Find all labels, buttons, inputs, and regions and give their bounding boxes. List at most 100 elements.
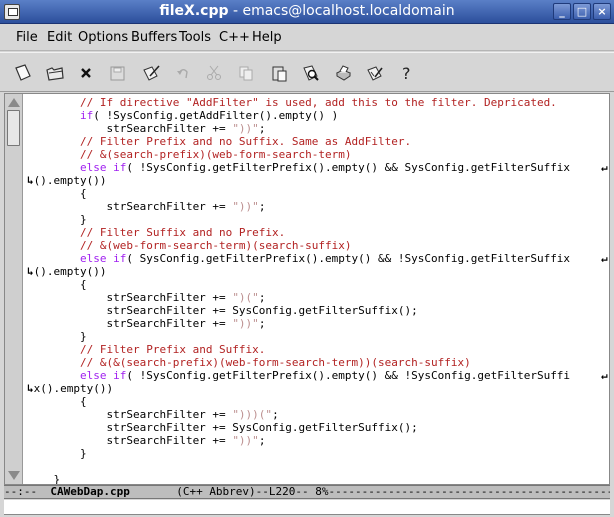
paste-icon[interactable] bbox=[266, 61, 292, 85]
undo-icon[interactable] bbox=[170, 61, 196, 85]
mode-line[interactable]: --:-- CAWebDap.cpp (C++ Abbrev)--L220-- … bbox=[4, 485, 610, 499]
editor-window[interactable]: // If directive "AddFilter" is used, add… bbox=[4, 93, 610, 485]
scrollbar-thumb[interactable] bbox=[7, 110, 20, 146]
cut-icon[interactable] bbox=[201, 61, 227, 85]
title-host: - emacs@localhost.localdomain bbox=[228, 3, 455, 19]
print-icon[interactable] bbox=[330, 61, 356, 85]
code-token: ().empty()) bbox=[33, 174, 107, 187]
code-token: ; bbox=[258, 291, 266, 304]
code-line: ↳().empty()) bbox=[27, 265, 609, 278]
code-line: // If directive "AddFilter" is used, add… bbox=[27, 96, 609, 109]
code-line: { bbox=[27, 187, 609, 200]
menu-cpp[interactable]: C++ bbox=[219, 30, 250, 45]
line-wrap-icon: ↵ bbox=[601, 252, 608, 265]
code-token: ().empty()) bbox=[33, 265, 107, 278]
menu-help[interactable]: Help bbox=[252, 30, 282, 45]
code-token: ; bbox=[258, 122, 266, 135]
code-token: else if bbox=[79, 369, 127, 382]
code-line: } bbox=[27, 447, 609, 460]
code-line: } bbox=[27, 213, 609, 226]
code-token: "))" bbox=[232, 200, 259, 213]
code-line: strSearchFilter += "))"; bbox=[27, 122, 609, 135]
code-token: // Filter Prefix and Suffix. bbox=[79, 343, 266, 356]
scroll-down-arrow-icon[interactable] bbox=[8, 471, 20, 480]
code-token: // &(search-prefix)(web-form-search-term… bbox=[79, 148, 352, 161]
code-line: // &(web-form-search-term)(search-suffix… bbox=[27, 239, 609, 252]
new-file-icon[interactable] bbox=[10, 61, 36, 85]
menu-edit[interactable]: Edit bbox=[47, 30, 72, 45]
code-token: strSearchFilter += bbox=[27, 200, 233, 213]
menu-options[interactable]: Options bbox=[78, 30, 128, 45]
code-token: // &(web-form-search-term)(search-suffix… bbox=[79, 239, 352, 252]
window-title: fileX.cpp - emacs@localhost.localdomain bbox=[0, 3, 614, 19]
search-icon[interactable] bbox=[298, 61, 324, 85]
save-disk-icon[interactable] bbox=[104, 61, 130, 85]
code-token: "))" bbox=[232, 317, 259, 330]
code-line: strSearchFilter += ")))("; bbox=[27, 408, 609, 421]
copy-icon[interactable] bbox=[233, 61, 259, 85]
code-line: // &(search-prefix)(web-form-search-term… bbox=[27, 148, 609, 161]
code-line: } bbox=[27, 330, 609, 343]
code-token: "))" bbox=[232, 122, 259, 135]
code-token: strSearchFilter += bbox=[27, 291, 233, 304]
code-line: { bbox=[27, 395, 609, 408]
scroll-up-arrow-icon[interactable] bbox=[8, 98, 20, 107]
code-line: // Filter Suffix and no Prefix. bbox=[27, 226, 609, 239]
maximize-button[interactable]: □ bbox=[573, 3, 591, 20]
close-icon[interactable] bbox=[73, 61, 99, 85]
menu-buffers[interactable]: Buffers bbox=[131, 30, 177, 45]
code-token: x().empty()) bbox=[33, 382, 114, 395]
code-line: strSearchFilter += SysConfig.getFilterSu… bbox=[27, 421, 609, 434]
code-line: ↳x().empty()) bbox=[27, 382, 609, 395]
code-token: ; bbox=[258, 200, 266, 213]
code-token: { bbox=[27, 395, 87, 408]
code-token: ( !SysConfig.getFilterPrefix().empty() &… bbox=[126, 161, 571, 174]
close-button[interactable]: × bbox=[593, 3, 611, 20]
code-token: ( !SysConfig.getFilterPrefix().empty() &… bbox=[126, 369, 571, 382]
code-line: strSearchFilter += "))"; bbox=[27, 200, 609, 213]
code-token: strSearchFilter += bbox=[27, 122, 233, 135]
title-bar[interactable]: fileX.cpp - emacs@localhost.localdomain … bbox=[0, 0, 614, 24]
code-token: } bbox=[27, 330, 87, 343]
line-wrap-icon: ↵ bbox=[601, 161, 608, 174]
edit-icon[interactable] bbox=[138, 61, 164, 85]
help-icon[interactable]: ? bbox=[394, 61, 420, 85]
code-token: ; bbox=[272, 408, 279, 421]
open-folder-icon[interactable] bbox=[42, 61, 68, 85]
minibuffer[interactable] bbox=[4, 500, 610, 515]
code-token: ; bbox=[258, 317, 266, 330]
line-wrap-icon: ↵ bbox=[601, 369, 608, 382]
code-token: ; bbox=[258, 434, 266, 447]
code-token: ")))(" bbox=[232, 408, 273, 421]
code-line: } bbox=[27, 473, 609, 484]
code-buffer[interactable]: // If directive "AddFilter" is used, add… bbox=[27, 96, 609, 484]
menu-tools[interactable]: Tools bbox=[179, 30, 211, 45]
code-line: else if( !SysConfig.getFilterPrefix().em… bbox=[27, 161, 609, 174]
title-file: fileX.cpp bbox=[159, 3, 229, 19]
code-token: // Filter Prefix and no Suffix. Same as … bbox=[79, 135, 412, 148]
code-token: ")(" bbox=[232, 291, 259, 304]
code-token: // &(&(search-prefix)(web-form-search-te… bbox=[79, 356, 471, 369]
svg-text:?: ? bbox=[402, 64, 411, 83]
code-token: else if bbox=[79, 252, 127, 265]
menu-file[interactable]: File bbox=[16, 30, 38, 45]
code-token: } bbox=[27, 447, 87, 460]
code-token: if bbox=[79, 109, 94, 122]
code-token: "))" bbox=[232, 434, 259, 447]
vertical-scrollbar[interactable] bbox=[5, 94, 23, 484]
code-token: strSearchFilter += SysConfig.getFilterSu… bbox=[27, 421, 418, 434]
code-line: // Filter Prefix and no Suffix. Same as … bbox=[27, 135, 609, 148]
code-line: else if( !SysConfig.getFilterPrefix().em… bbox=[27, 369, 609, 382]
code-line: if( !SysConfig.getAddFilter().empty() ) bbox=[27, 109, 609, 122]
modeline-fill: ----------------------------------------… bbox=[328, 485, 610, 498]
minimize-button[interactable]: _ bbox=[553, 3, 571, 20]
preferences-icon[interactable] bbox=[362, 61, 388, 85]
code-token: } bbox=[27, 473, 61, 484]
